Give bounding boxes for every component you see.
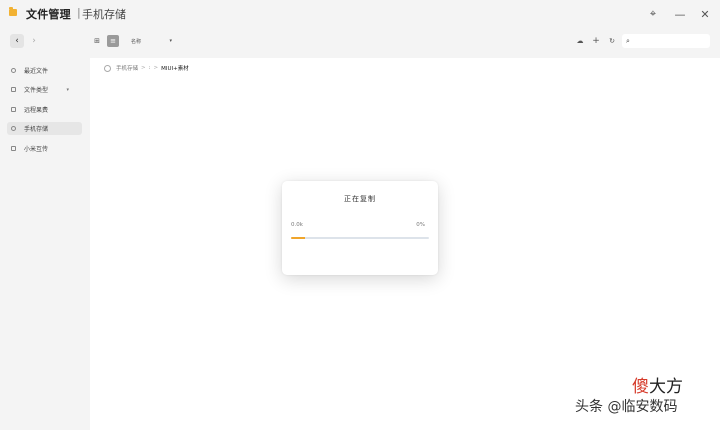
breadcrumb-separator: > [141, 65, 146, 71]
sidebar-item-file-types[interactable]: 文件类型 ▾ [7, 83, 82, 96]
document-icon [11, 107, 16, 112]
title-bar: 文件管理 | 手机存储 ⌖ — ✕ [0, 0, 720, 28]
sidebar-item-remote[interactable]: 远程果费 [7, 103, 82, 116]
share-icon [11, 146, 16, 151]
breadcrumb-ellipsis[interactable]: : [149, 65, 151, 71]
pin-icon[interactable]: ⌖ [645, 6, 661, 22]
cloud-icon[interactable]: ☁ [574, 35, 586, 47]
file-type-icon [11, 87, 16, 92]
progress-bar [291, 237, 429, 239]
breadcrumb-separator: > [153, 65, 159, 71]
copy-progress-dialog: 正在复制 0.0k 0% [282, 181, 438, 275]
chevron-down-icon[interactable]: ▾ [66, 87, 69, 93]
close-button[interactable]: ✕ [697, 6, 713, 22]
refresh-icon[interactable]: ↻ [606, 35, 618, 47]
minimize-button[interactable]: — [672, 6, 688, 22]
window-subtitle: 手机存储 [82, 8, 126, 21]
search-icon: ⌕ [626, 36, 630, 45]
chevron-down-icon: ▾ [169, 38, 172, 44]
forward-button[interactable]: › [27, 34, 41, 48]
folder-app-icon [9, 7, 17, 16]
transferred-size: 0.0k [291, 222, 303, 228]
breadcrumb-root[interactable]: 手机存储 [116, 64, 138, 72]
sidebar-item-label: 最近文件 [24, 68, 49, 75]
sidebar-item-label: 小米互传 [24, 146, 49, 153]
sidebar-item-label: 远程果费 [24, 107, 49, 114]
title-separator: | [77, 6, 81, 19]
back-button[interactable]: ‹ [10, 34, 24, 48]
sidebar-item-label: 手机存储 [24, 126, 49, 133]
grid-view-icon[interactable]: ⊞ [91, 35, 103, 47]
breadcrumb: 手机存储 > : > MIUI+素材 [104, 63, 189, 73]
search-input[interactable] [632, 36, 703, 46]
app-title: 文件管理 [26, 8, 71, 21]
watermark-logo-rest: 大方 [649, 377, 683, 397]
watermark-logo-first: 傻 [632, 377, 649, 397]
sort-dropdown[interactable]: 名称 ▾ [127, 35, 176, 47]
dialog-title: 正在复制 [344, 195, 376, 203]
storage-icon [11, 126, 16, 131]
watermark-logo: 傻大方 [632, 377, 683, 397]
search-box[interactable]: ⌕ [622, 34, 710, 48]
add-button[interactable]: + [590, 35, 602, 47]
watermark-text: 头条 @临安数码 [575, 399, 678, 415]
list-view-icon[interactable]: ≡ [107, 35, 119, 47]
sidebar-item-recent[interactable]: 最近文件 [7, 64, 82, 77]
sidebar-item-mi-share[interactable]: 小米互传 [7, 142, 82, 155]
sort-label: 名称 [131, 38, 142, 45]
sidebar-item-phone-storage[interactable]: 手机存储 [7, 122, 82, 135]
breadcrumb-current: MIUI+素材 [161, 66, 189, 72]
sidebar-item-label: 文件类型 [24, 87, 49, 94]
storage-icon [104, 64, 111, 72]
progress-bar-fill [291, 237, 305, 239]
clock-icon [11, 68, 16, 73]
progress-percent-text: 0% [416, 222, 425, 228]
